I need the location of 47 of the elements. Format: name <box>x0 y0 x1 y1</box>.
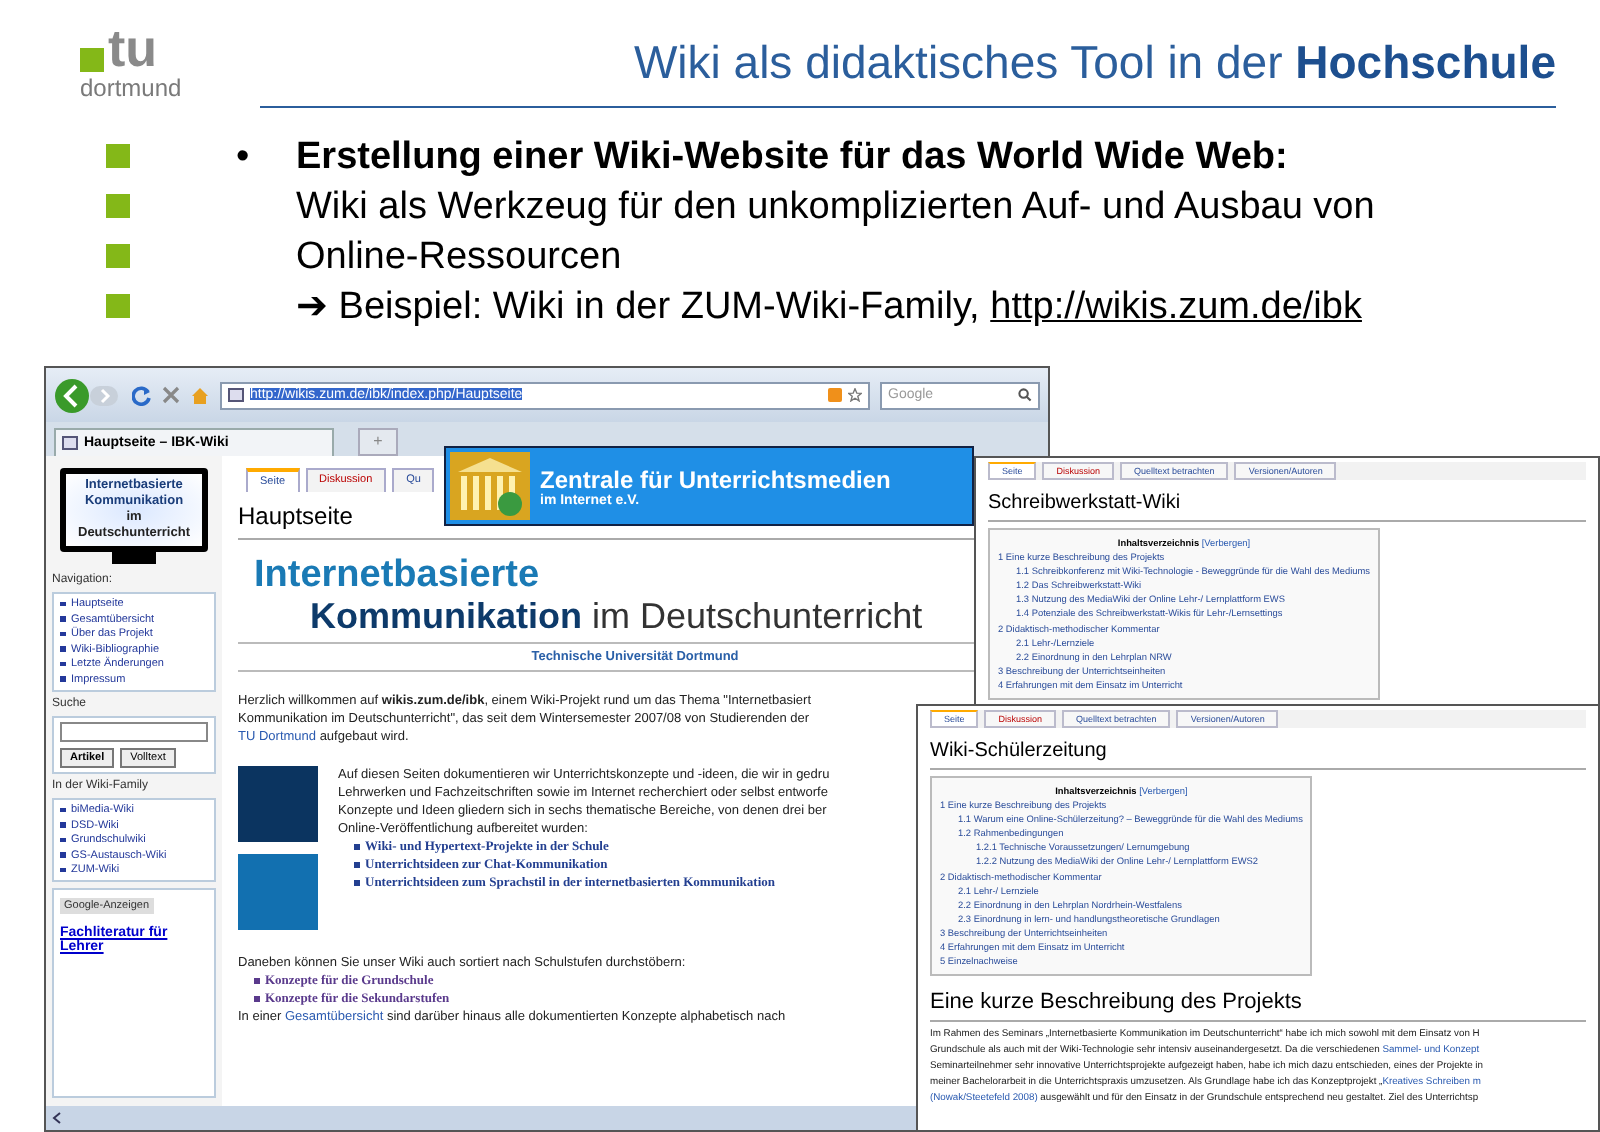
color-block <box>238 766 318 842</box>
list-bullet-icon <box>60 867 65 873</box>
list-bullet-icon <box>354 844 359 850</box>
square-bullet-icon <box>106 294 130 318</box>
list-bullet-icon <box>60 807 65 813</box>
page-title: Hauptseite <box>238 502 353 530</box>
wiki-logo-text: Internetbasierte <box>254 556 540 596</box>
wiki-logo-text: Kommunikation im Deutschunterricht <box>310 596 923 636</box>
square-bullet-icon <box>106 144 130 168</box>
page-title: Wiki-Schülerzeitung <box>930 740 1107 762</box>
list-bullet-icon <box>60 837 65 843</box>
scroll-left-icon[interactable] <box>52 1112 62 1124</box>
back-forward-icon[interactable] <box>54 377 122 413</box>
section-heading: Eine kurze Beschreibung des Projekts <box>930 990 1302 1015</box>
list-bullet-icon <box>60 646 65 652</box>
link[interactable]: http://wikis.zum.de/ibk <box>990 286 1362 328</box>
example-text: ➔ Beispiel: Wiki in der ZUM-Wiki-Family, http://wikis.zum.de/ibk <box>296 284 1364 332</box>
list-bullet-icon <box>60 852 65 858</box>
banner-title: Zentrale für Unterrichtsmedien <box>540 465 891 493</box>
stop-icon[interactable] <box>162 386 180 404</box>
list-bullet-icon <box>254 978 259 984</box>
page-title: Schreibwerkstatt-Wiki <box>988 492 1181 514</box>
square-bullet-icon <box>106 244 130 268</box>
logo-wordmark: dortmund <box>80 74 182 102</box>
list-bullet-icon <box>60 616 65 622</box>
color-block <box>238 854 318 930</box>
slide-title: Wiki als didaktisches Tool in der Hochschule <box>260 24 1556 108</box>
reload-icon[interactable] <box>132 385 152 405</box>
list-bullet-icon <box>60 661 65 667</box>
list-bullet-icon <box>354 862 359 868</box>
list-bullet-icon <box>60 601 65 607</box>
list-bullet-icon <box>60 631 65 637</box>
star-icon[interactable] <box>848 388 862 402</box>
list-bullet-icon <box>254 996 259 1002</box>
page-icon <box>62 436 78 450</box>
list-bullet-icon <box>60 676 65 682</box>
list-bullet-icon <box>60 822 65 828</box>
list-bullet-icon <box>354 880 359 886</box>
temple-drawing <box>450 452 530 520</box>
bullet-heading: Erstellung einer Wiki-Website für das World Wide Web: <box>296 134 1290 182</box>
rss-icon <box>828 388 842 402</box>
search-icon[interactable] <box>1018 388 1032 402</box>
square-bullet-icon <box>106 194 130 218</box>
search-field[interactable] <box>60 721 208 741</box>
page-icon <box>228 388 244 402</box>
bullet-mark: • <box>236 134 252 182</box>
university-logo: tu <box>80 24 158 72</box>
